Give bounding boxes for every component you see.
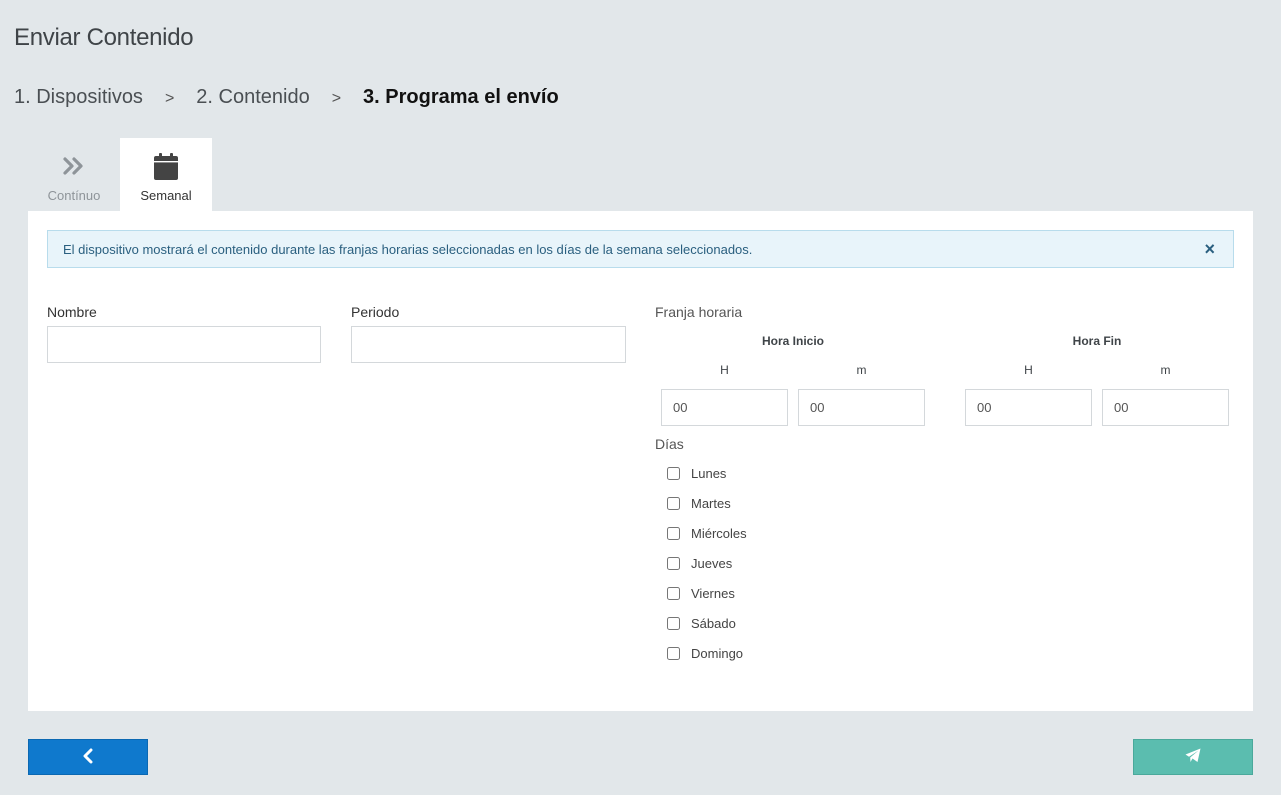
day-domingo: Domingo <box>666 646 743 661</box>
breadcrumb-separator: > <box>331 90 342 107</box>
day-label: Sábado <box>691 616 736 631</box>
day-miercoles-checkbox[interactable] <box>667 527 680 540</box>
breadcrumb-step-contenido[interactable]: 2. Contenido <box>196 86 309 109</box>
day-martes-checkbox[interactable] <box>667 497 680 510</box>
day-jueves-checkbox[interactable] <box>667 557 680 570</box>
day-martes: Martes <box>666 496 731 511</box>
hora-inicio-label: Hora Inicio <box>761 334 824 348</box>
fin-hours-label: H <box>1024 363 1033 377</box>
breadcrumb-step-dispositivos[interactable]: 1. Dispositivos <box>14 86 143 109</box>
tab-continuo[interactable]: Contínuo <box>28 138 120 211</box>
hora-fin-label: Hora Fin <box>1072 334 1122 348</box>
calendar-icon <box>154 152 178 180</box>
send-button[interactable] <box>1133 739 1253 775</box>
nombre-label: Nombre <box>47 304 97 320</box>
day-sabado: Sábado <box>666 616 736 631</box>
inicio-minutes-label: m <box>856 363 867 377</box>
breadcrumb: 1. Dispositivos > 2. Contenido > 3. Prog… <box>14 86 559 109</box>
schedule-panel: El dispositivo mostrará el contenido dur… <box>28 211 1253 711</box>
inicio-hours-input[interactable] <box>661 389 788 426</box>
inicio-minutes-input[interactable] <box>798 389 925 426</box>
nombre-input[interactable] <box>47 326 321 363</box>
day-viernes: Viernes <box>666 586 735 601</box>
tab-continuo-label: Contínuo <box>47 188 101 203</box>
day-jueves: Jueves <box>666 556 732 571</box>
day-lunes-checkbox[interactable] <box>667 467 680 480</box>
day-label: Martes <box>691 496 731 511</box>
schedule-tabs: Contínuo Semanal <box>28 138 212 211</box>
page-title: Enviar Contenido <box>14 24 194 51</box>
day-viernes-checkbox[interactable] <box>667 587 680 600</box>
close-icon[interactable]: × <box>1204 240 1215 258</box>
fin-hours-input[interactable] <box>965 389 1092 426</box>
tab-semanal-label: Semanal <box>140 188 192 203</box>
day-label: Viernes <box>691 586 735 601</box>
info-alert: El dispositivo mostrará el contenido dur… <box>47 230 1234 268</box>
breadcrumb-separator: > <box>164 90 175 107</box>
inicio-hours-label: H <box>720 363 729 377</box>
day-label: Miércoles <box>691 526 747 541</box>
alert-message: El dispositivo mostrará el contenido dur… <box>63 241 753 257</box>
periodo-input[interactable] <box>351 326 626 363</box>
day-label: Domingo <box>691 646 744 661</box>
paper-plane-icon <box>1185 748 1201 766</box>
franja-horaria-label: Franja horaria <box>655 304 743 320</box>
dias-label: Días <box>655 436 684 452</box>
day-miercoles: Miércoles <box>666 526 747 541</box>
periodo-label: Periodo <box>351 304 400 320</box>
day-label: Jueves <box>691 556 733 571</box>
breadcrumb-step-programa: 3. Programa el envío <box>363 86 559 108</box>
chevron-left-icon <box>82 748 94 767</box>
fin-minutes-input[interactable] <box>1102 389 1229 426</box>
day-label: Lunes <box>691 466 727 481</box>
fin-minutes-label: m <box>1160 363 1171 377</box>
day-sabado-checkbox[interactable] <box>667 617 680 630</box>
day-lunes: Lunes <box>666 466 726 481</box>
double-chevron-right-icon <box>63 152 85 180</box>
tab-semanal[interactable]: Semanal <box>120 138 212 211</box>
day-domingo-checkbox[interactable] <box>667 647 680 660</box>
back-button[interactable] <box>28 739 148 775</box>
